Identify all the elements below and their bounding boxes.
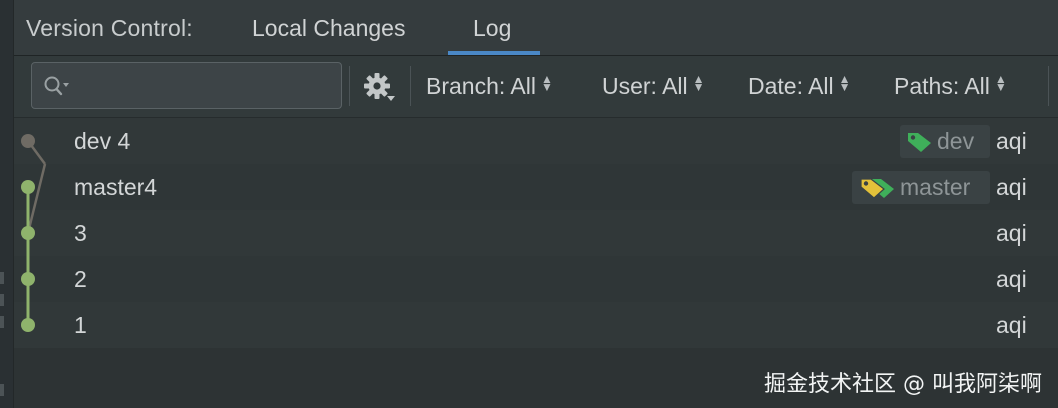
paths-filter[interactable]: Paths: All ▲ ▼	[894, 73, 1007, 100]
tab-log[interactable]: Log	[473, 15, 511, 42]
paths-filter-label: Paths: All	[894, 73, 990, 99]
commit-author: aqi	[996, 312, 1027, 338]
date-filter-label: Date: All	[748, 73, 834, 99]
updown-icon: ▲ ▼	[994, 72, 1007, 94]
gear-icon[interactable]	[362, 71, 396, 103]
search-input[interactable]	[31, 62, 342, 109]
commit-row[interactable]: 2 aqi	[14, 256, 1058, 302]
strip-mark	[0, 272, 4, 284]
tab-bar: Version Control: Local Changes Log	[14, 0, 1058, 56]
strip-mark	[0, 384, 4, 396]
updown-icon: ▲ ▼	[540, 72, 553, 94]
active-tab-indicator	[448, 51, 540, 55]
tag-icon	[908, 133, 931, 152]
commit-author: aqi	[996, 220, 1027, 246]
commit-row[interactable]: 3 aqi	[14, 210, 1058, 256]
branch-label-text: master	[900, 174, 971, 200]
commit-message: 1	[74, 312, 87, 338]
commit-author: aqi	[996, 266, 1027, 292]
updown-icon: ▲ ▼	[692, 72, 705, 94]
panel-title: Version Control:	[26, 15, 193, 41]
tab-local-changes[interactable]: Local Changes	[252, 15, 405, 42]
branch-filter[interactable]: Branch: All ▲ ▼	[426, 73, 553, 100]
user-filter-label: User: All	[602, 73, 688, 99]
strip-mark	[0, 316, 4, 328]
log-toolbar: Branch: All ▲ ▼ User: All ▲ ▼ Date: All ▲ ▼ Pa…	[14, 56, 1058, 118]
toolbar-separator	[410, 66, 411, 106]
branch-label-master: master	[852, 171, 990, 204]
branch-filter-label: Branch: All	[426, 73, 536, 99]
version-control-panel: Version Control: Local Changes Log Branc…	[14, 0, 1058, 408]
commit-author: aqi	[996, 174, 1027, 200]
watermark: 掘金技术社区 @ 叫我阿柒啊	[764, 372, 1042, 397]
search-icon[interactable]	[43, 74, 73, 98]
date-filter[interactable]: Date: All ▲ ▼	[748, 73, 851, 100]
commit-row[interactable]: master4 master aqi	[14, 164, 1058, 210]
commit-message: 2	[74, 266, 87, 292]
updown-icon: ▲ ▼	[838, 72, 851, 94]
commit-row[interactable]: 1 aqi	[14, 302, 1058, 348]
branch-label-text: dev	[937, 128, 975, 154]
toolbar-separator	[1048, 66, 1049, 106]
commit-message: dev 4	[74, 128, 131, 154]
commit-message: 3	[74, 220, 87, 246]
branch-label-dev: dev	[900, 125, 990, 158]
user-filter[interactable]: User: All ▲ ▼	[602, 73, 705, 100]
commit-message: master4	[74, 174, 158, 200]
commit-row[interactable]: dev 4 dev aqi	[14, 118, 1058, 164]
commit-list: dev 4 dev aqi master4 master aqi 3 aqi 2…	[14, 118, 1058, 348]
strip-mark	[0, 294, 4, 306]
commit-author: aqi	[996, 128, 1027, 154]
toolbar-separator	[349, 66, 350, 106]
left-tool-strip	[0, 0, 14, 408]
tag-icon	[860, 178, 894, 199]
